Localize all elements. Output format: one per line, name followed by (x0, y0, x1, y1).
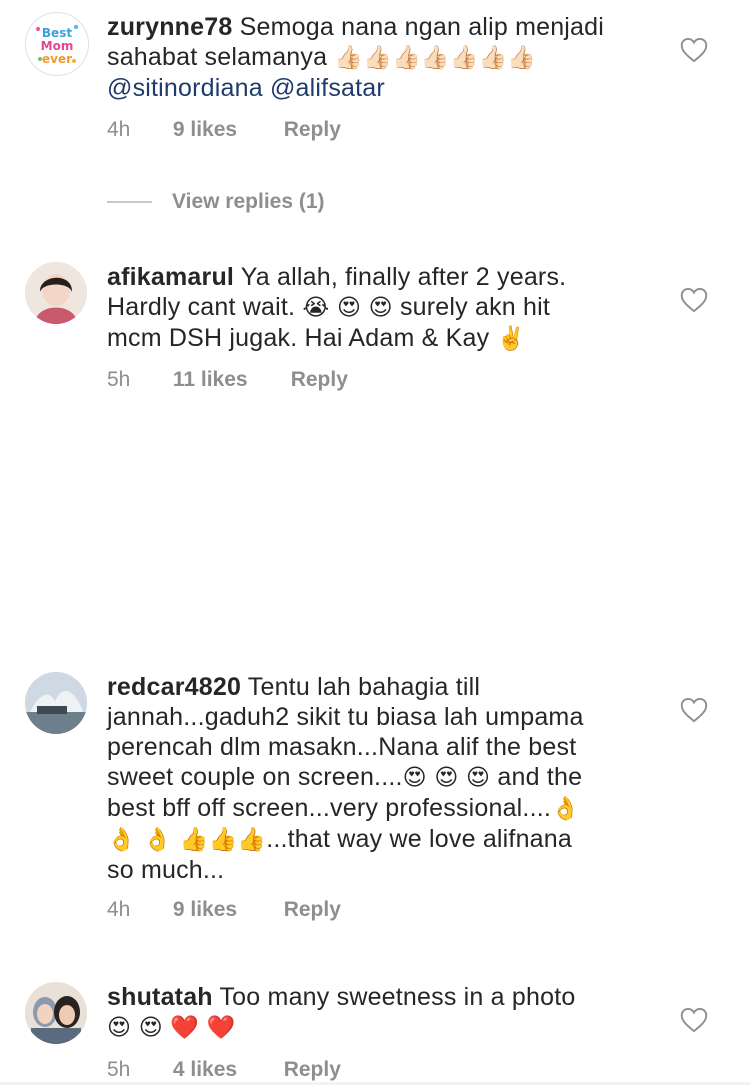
comment-meta: 4h 9 likes Reply (107, 118, 341, 142)
comment-line-5: best bff off screen...very professional.… (107, 794, 552, 822)
comment-line-3: perencah dlm masakn...Nana alif the best (107, 733, 577, 761)
comment-line-2: Hardly cant wait. (107, 293, 296, 321)
timestamp: 5h (107, 368, 131, 391)
likes-count[interactable]: 9 likes (173, 898, 278, 922)
comment-text: afikamarul Ya allah, finally after 2 yea… (107, 262, 667, 354)
avatar-text-3: ever (42, 52, 72, 66)
heart-outline-icon[interactable] (680, 1007, 708, 1033)
comment-meta: 4h 9 likes Reply (107, 898, 341, 922)
comment-line-3: mcm DSH jugak. Hai Adam & Kay (107, 324, 490, 352)
heart-outline-icon[interactable] (680, 37, 708, 63)
username[interactable]: zurynne78 (107, 13, 232, 41)
view-replies-button[interactable]: View replies (1) (107, 190, 325, 214)
avatar[interactable]: Best Mom ever (25, 12, 89, 76)
username[interactable]: afikamarul (107, 263, 234, 291)
comment-meta: 5h 4 likes Reply (107, 1058, 341, 1082)
likes-count[interactable]: 11 likes (173, 368, 285, 392)
avatar-image (25, 982, 87, 1044)
reply-button[interactable]: Reply (284, 1058, 341, 1082)
avatar[interactable] (25, 982, 87, 1044)
avatar-image (25, 262, 87, 324)
heart-eyes-emoji: 😍 😍 😍 (402, 765, 491, 791)
avatar[interactable] (25, 672, 87, 734)
reply-button[interactable]: Reply (284, 898, 341, 922)
thumbs-up-emoji: 👍🏻👍🏻👍🏻👍🏻👍🏻👍🏻👍🏻 (334, 45, 537, 71)
comment-line-1: Tentu lah bahagia till (247, 673, 481, 701)
reply-button[interactable]: Reply (284, 118, 341, 142)
victory-hand-emoji: ✌️ (496, 326, 526, 352)
comment-line-4-tail: and the (497, 763, 583, 791)
comment-line-2: jannah...gaduh2 sikit tu biasa lah umpam… (107, 703, 584, 731)
username[interactable]: redcar4820 (107, 673, 241, 701)
heart-outline-icon[interactable] (680, 287, 708, 313)
avatar-image (25, 672, 87, 734)
avatar-image: Best Mom ever (26, 13, 88, 75)
crying-heart-eyes-emoji: 😭 😍 😍 (302, 295, 393, 321)
timestamp: 4h (107, 898, 131, 921)
comment-line-2-tail: surely akn hit (399, 293, 551, 321)
timestamp: 4h (107, 118, 131, 141)
comment-line-1: Too many sweetness in a photo (219, 983, 576, 1011)
mention-links[interactable]: @sitinordiana @alifsatar (107, 74, 385, 102)
timestamp: 5h (107, 1058, 131, 1081)
comment-line-6-tail: ...that way we love alifnana (266, 825, 572, 853)
heart-outline-icon[interactable] (680, 697, 708, 723)
likes-count[interactable]: 9 likes (173, 118, 278, 142)
comment-text: redcar4820 Tentu lah bahagia till jannah… (107, 672, 667, 885)
comment-line-4: sweet couple on screen.... (107, 763, 403, 791)
reply-button[interactable]: Reply (291, 368, 348, 392)
likes-count[interactable]: 4 likes (173, 1058, 278, 1082)
comment-meta: 5h 11 likes Reply (107, 368, 348, 392)
divider-line (107, 201, 152, 203)
avatar-text-1: Best (42, 26, 72, 40)
username[interactable]: shutatah (107, 983, 213, 1011)
view-replies-label[interactable]: View replies (1) (172, 190, 325, 214)
comment-line-1: Ya allah, finally after 2 years. (240, 263, 567, 291)
avatar[interactable] (25, 262, 87, 324)
comment-line-7: so much... (107, 856, 225, 884)
heart-eyes-red-heart-emoji: 😍 😍 ❤️ ❤️ (107, 1015, 236, 1041)
comment-text: shutatah Too many sweetness in a photo 😍… (107, 982, 667, 1043)
avatar-text-2: Mom (41, 39, 74, 53)
comment-text: zurynne78 Semoga nana ngan alip menjadi … (107, 12, 667, 103)
ok-thumbs-emoji: 👌 👌 👍👍👍 (107, 827, 267, 853)
ok-hand-emoji: 👌 (551, 796, 580, 822)
